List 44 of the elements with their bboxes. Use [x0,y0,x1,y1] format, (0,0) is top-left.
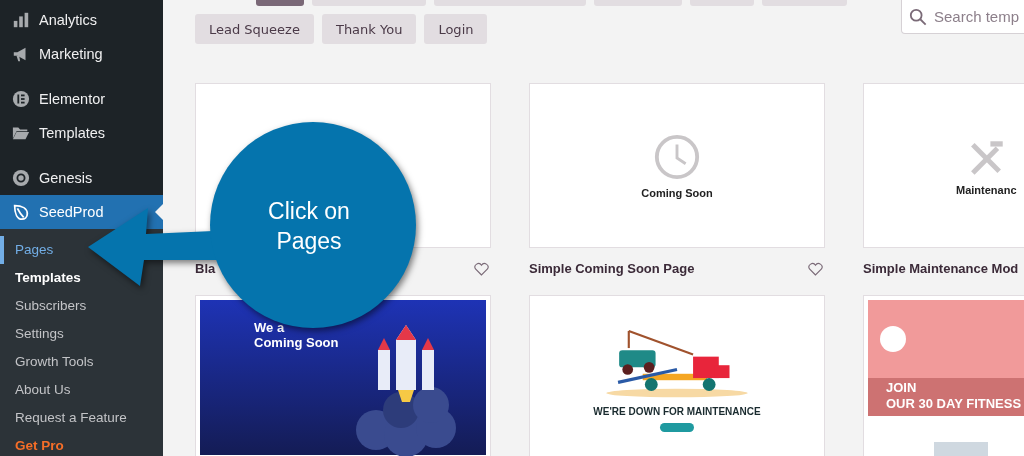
template-preview[interactable]: WE'RE DOWN FOR MAINTENANCE [529,295,825,456]
preview-headline: JOIN [886,380,918,396]
circle-shape [880,326,906,352]
sidebar-item[interactable]: SeedProd [0,195,163,229]
submenu-item[interactable]: Subscribers [0,292,87,320]
preview-headline: Coming Soon [254,335,339,350]
submenu-item[interactable]: Get Pro [0,432,64,456]
filter-button[interactable]: Lead Squeeze [195,14,314,44]
preview-headline: Maintenanc [956,183,1017,196]
contact-button-drawing [660,422,694,432]
template-title: Simple Maintenance Mod [863,261,1019,276]
filter-tab[interactable] [256,0,304,6]
preview-headline: We a [254,320,286,335]
submenu-item[interactable]: Settings [0,320,64,348]
preview-headline: OUR 30 DAY FITNESS [886,396,1022,412]
search-field[interactable]: Search temp [901,0,1024,34]
callout-text: Click on Pages [267,197,351,256]
submenu-item[interactable]: About Us [0,376,71,404]
sidebar-item[interactable]: Elementor [0,82,163,116]
sidebar-item[interactable]: Genesis [0,161,163,195]
sidebar-item[interactable]: Analytics [0,3,163,37]
clock-icon [653,132,701,181]
preview-headline: WE'RE DOWN FOR MAINTENANCE [593,405,761,417]
submenu-item[interactable]: Templates [0,264,81,292]
heart-icon[interactable] [474,261,489,276]
template-preview[interactable]: Coming Soon [529,83,825,248]
template-preview[interactable]: We a Coming Soon [195,295,491,456]
search-icon [909,8,927,26]
genesis-icon [12,169,30,187]
elementor-icon [12,90,30,108]
template-title: Bla [195,261,216,276]
filter-button[interactable]: Thank You [321,14,417,44]
preview-headline: Coming Soon [641,186,713,199]
sidebar-item[interactable]: Templates [0,116,163,150]
template-title: Simple Coming Soon Page [529,261,695,276]
leaf-icon [12,203,30,221]
submenu-item[interactable]: Pages [0,236,54,264]
submenu-item[interactable]: Growth Tools [0,348,94,376]
bar-chart-icon [12,11,30,29]
sidebar-item[interactable]: Marketing [0,37,163,71]
submenu-item[interactable]: Request a Feature [0,404,127,432]
heart-icon[interactable] [808,261,823,276]
template-preview[interactable]: Maintenanc [863,83,1024,248]
filter-button[interactable]: Login [424,14,488,44]
